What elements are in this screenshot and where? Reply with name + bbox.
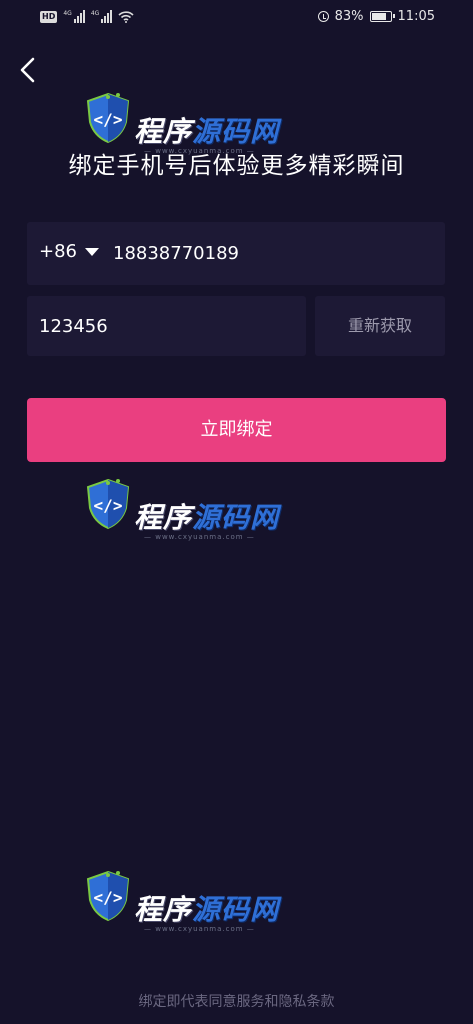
watermark-url: — www.cxyuanma.com — xyxy=(144,925,255,933)
country-code-selector[interactable]: +86 xyxy=(39,241,99,262)
clock: 11:05 xyxy=(397,9,435,24)
wifi-icon xyxy=(118,10,134,23)
battery-percent: 83% xyxy=(334,9,364,24)
shield-logo-icon: </> xyxy=(86,92,130,144)
phone-field: +86 xyxy=(27,222,445,285)
signal-icon-2: 4G xyxy=(90,10,113,23)
network-type-1: 4G xyxy=(63,10,72,17)
code-input[interactable] xyxy=(39,311,289,341)
hd-icon: HD xyxy=(40,10,58,23)
back-button[interactable] xyxy=(14,54,44,86)
verification-code-field xyxy=(27,296,306,356)
watermark-text: 程序源码网 xyxy=(134,115,280,148)
chevron-left-icon xyxy=(20,57,35,83)
resend-code-button[interactable]: 重新获取 xyxy=(315,296,445,356)
phone-input[interactable] xyxy=(113,238,413,268)
watermark-url: — www.cxyuanma.com — xyxy=(144,147,255,155)
battery-icon xyxy=(369,11,395,22)
shield-logo-icon: </> xyxy=(86,870,130,922)
bind-now-button[interactable]: 立即绑定 xyxy=(27,398,446,462)
alarm-icon xyxy=(317,11,329,22)
svg-text:</>: </> xyxy=(94,110,123,129)
status-bar: HD 4G 4G 83% 11:05 xyxy=(0,0,473,36)
watermark-logo: </> 程序源码网 — www.cxyuanma.com — xyxy=(84,478,294,568)
watermark-logo: </> 程序源码网 — www.cxyuanma.com — xyxy=(84,92,294,182)
country-code-label: +86 xyxy=(39,241,77,262)
terms-notice[interactable]: 绑定即代表同意服务和隐私条款 xyxy=(0,991,473,1011)
signal-icon: 4G xyxy=(63,10,85,23)
status-left: HD 4G 4G xyxy=(40,10,134,23)
watermark-text: 程序源码网 xyxy=(134,501,280,534)
watermark-logo: </> 程序源码网 — www.cxyuanma.com — xyxy=(84,870,294,960)
watermark-url: — www.cxyuanma.com — xyxy=(144,533,255,541)
network-type-2: 4G xyxy=(90,10,100,17)
svg-text:</>: </> xyxy=(94,888,123,907)
watermark-text: 程序源码网 xyxy=(134,893,280,926)
caret-down-icon xyxy=(85,247,99,256)
shield-logo-icon: </> xyxy=(86,478,130,530)
status-right: 83% 11:05 xyxy=(317,9,435,24)
svg-text:</>: </> xyxy=(94,496,123,515)
